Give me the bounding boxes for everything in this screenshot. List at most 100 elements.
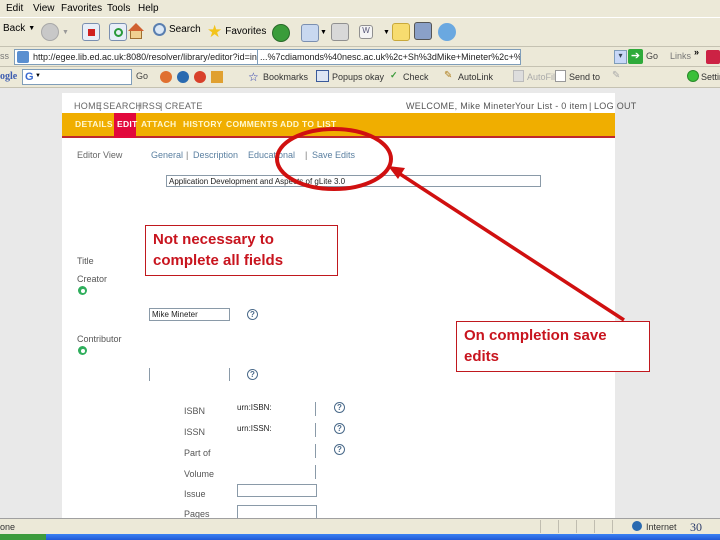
menu-tools[interactable]: Tools — [107, 3, 130, 14]
chevron-down-icon[interactable]: ▼ — [383, 29, 390, 36]
mail-icon[interactable] — [301, 24, 319, 42]
globe-icon — [632, 521, 642, 531]
taskbar — [0, 534, 720, 540]
wand-icon: ✎ — [444, 70, 453, 81]
links-button[interactable]: Links — [670, 51, 691, 61]
page-content: HOME | SEARCH | RSS | CREATE WELCOME, Mi… — [62, 93, 636, 518]
search-button[interactable]: Search — [153, 23, 201, 36]
highlight-icon[interactable] — [194, 71, 206, 83]
your-list-link[interactable]: Your List - 0 item — [515, 101, 588, 111]
settings-button[interactable]: Settings — [701, 72, 720, 82]
chevron-more-icon[interactable]: » — [694, 47, 699, 57]
address-input-continued[interactable]: ...%7cdiamonds%40nesc.ac.uk%2c+Sh%3dMike… — [258, 49, 521, 65]
news-icon[interactable] — [160, 71, 172, 83]
pages-label: Pages — [184, 509, 210, 518]
google-logo: ogle — [0, 71, 18, 82]
issn-label: ISSN — [184, 427, 206, 437]
go-button[interactable]: Go — [646, 51, 658, 61]
nav-home[interactable]: HOME — [74, 101, 102, 111]
logout-link[interactable]: LOG OUT — [594, 101, 637, 111]
menu-help[interactable]: Help — [138, 3, 159, 14]
add-contributor-icon[interactable] — [78, 346, 87, 355]
contributor-input[interactable] — [149, 368, 230, 381]
help-icon[interactable]: ? — [247, 369, 258, 380]
part-of-input[interactable] — [235, 444, 316, 458]
help-icon[interactable]: ? — [334, 423, 345, 434]
menu-edit[interactable]: Edit — [6, 3, 23, 14]
history-icon[interactable] — [272, 24, 290, 42]
autolink-button[interactable]: AutoLink — [458, 72, 493, 82]
address-input[interactable]: http://egee.lib.ed.ac.uk:8080/resolver/l… — [14, 49, 258, 65]
page-viewport: HOME | SEARCH | RSS | CREATE WELCOME, Mi… — [0, 88, 720, 518]
send-to-button[interactable]: Send to — [569, 72, 600, 82]
print-icon[interactable] — [331, 23, 349, 41]
tab-comments[interactable]: COMMENTS — [226, 119, 278, 129]
title-input[interactable]: Application Development and Aspects of g… — [166, 175, 541, 187]
issue-input[interactable] — [237, 484, 317, 497]
check-button[interactable]: Check — [403, 72, 429, 82]
send-to-icon — [555, 70, 566, 82]
word-icon[interactable]: W — [359, 25, 373, 39]
help-icon[interactable]: ? — [334, 444, 345, 455]
tab-details[interactable]: DETAILS — [75, 119, 113, 129]
help-icon[interactable]: ? — [247, 309, 258, 320]
creator-input[interactable]: Mike Mineter — [149, 308, 230, 321]
popups-status[interactable]: Popups okay — [332, 72, 384, 82]
home-icon[interactable] — [127, 23, 145, 41]
menu-favorites[interactable]: Favorites — [61, 3, 102, 14]
address-dropdown[interactable]: ▾ — [614, 50, 627, 64]
isbn-input[interactable]: urn:ISBN: — [235, 402, 316, 416]
pdf-icon[interactable] — [706, 50, 720, 64]
editor-view-label: Editor View — [77, 150, 123, 160]
go-arrow-icon[interactable]: ➔ — [628, 49, 643, 64]
forward-button[interactable]: ▼ — [41, 23, 69, 41]
spellcheck-icon: ✓ — [390, 70, 398, 80]
tab-add-to-list[interactable]: ADD TO LIST — [280, 119, 337, 129]
item-tab-bar: DETAILS EDIT ATTACH HISTORY COMMENTS ADD… — [62, 113, 615, 138]
favorites-button[interactable]: ★ Favorites — [207, 23, 266, 40]
volume-label: Volume — [184, 469, 215, 479]
popup-blocker-icon[interactable] — [211, 71, 223, 83]
bookmarks-button[interactable]: Bookmarks — [263, 72, 308, 82]
tab-edit[interactable]: EDIT — [117, 119, 138, 129]
subtab-description[interactable]: Description — [193, 150, 238, 160]
research-icon[interactable] — [414, 22, 432, 40]
issn-input[interactable]: urn:ISSN: — [235, 423, 316, 437]
issue-label: Issue — [184, 489, 206, 499]
part-of-label: Part of — [184, 448, 211, 458]
menu-view[interactable]: View — [33, 3, 55, 14]
refresh-icon[interactable] — [109, 23, 127, 41]
callout-not-necessary: Not necessary to complete all fields — [145, 225, 338, 276]
notes-icon[interactable] — [392, 23, 410, 41]
back-button[interactable]: Back ▼ — [3, 23, 35, 34]
star-icon: ☆ — [248, 70, 259, 84]
tab-attach[interactable]: ATTACH — [141, 119, 176, 129]
start-button[interactable] — [0, 534, 46, 540]
address-bar: ss http://egee.lib.ed.ac.uk:8080/resolve… — [0, 47, 720, 67]
pages-input[interactable] — [237, 505, 317, 518]
google-go-button[interactable]: Go — [136, 71, 148, 81]
menu-bar: Edit View Favorites Tools Help — [0, 0, 720, 17]
autofill-button[interactable]: AutoFill — [527, 72, 557, 82]
add-creator-icon[interactable] — [78, 286, 87, 295]
messenger-icon[interactable] — [438, 23, 456, 41]
save-edits-link[interactable]: Save Edits — [312, 150, 355, 160]
subtab-educational[interactable]: Educational — [248, 150, 295, 160]
chevron-down-icon: ▼ — [28, 25, 36, 32]
slide-number: 30 — [690, 520, 702, 534]
chevron-down-icon[interactable]: ▼ — [320, 29, 327, 36]
volume-input[interactable] — [235, 465, 316, 479]
zone-text: Internet — [646, 522, 677, 532]
subtab-general[interactable]: General — [151, 150, 183, 160]
nav-rss[interactable]: RSS — [142, 101, 161, 111]
google-search-input[interactable]: G ▼ — [22, 69, 132, 85]
isbn-label: ISBN — [184, 406, 206, 416]
pencil-icon[interactable]: ✎ — [612, 70, 620, 81]
help-icon[interactable]: ? — [334, 402, 345, 413]
stop-icon[interactable] — [82, 23, 100, 41]
pagerank-icon[interactable] — [177, 71, 189, 83]
nav-create[interactable]: CREATE — [165, 101, 203, 111]
nav-search[interactable]: SEARCH — [103, 101, 142, 111]
tab-history[interactable]: HISTORY — [183, 119, 222, 129]
chevron-down-icon: ▼ — [62, 28, 69, 36]
